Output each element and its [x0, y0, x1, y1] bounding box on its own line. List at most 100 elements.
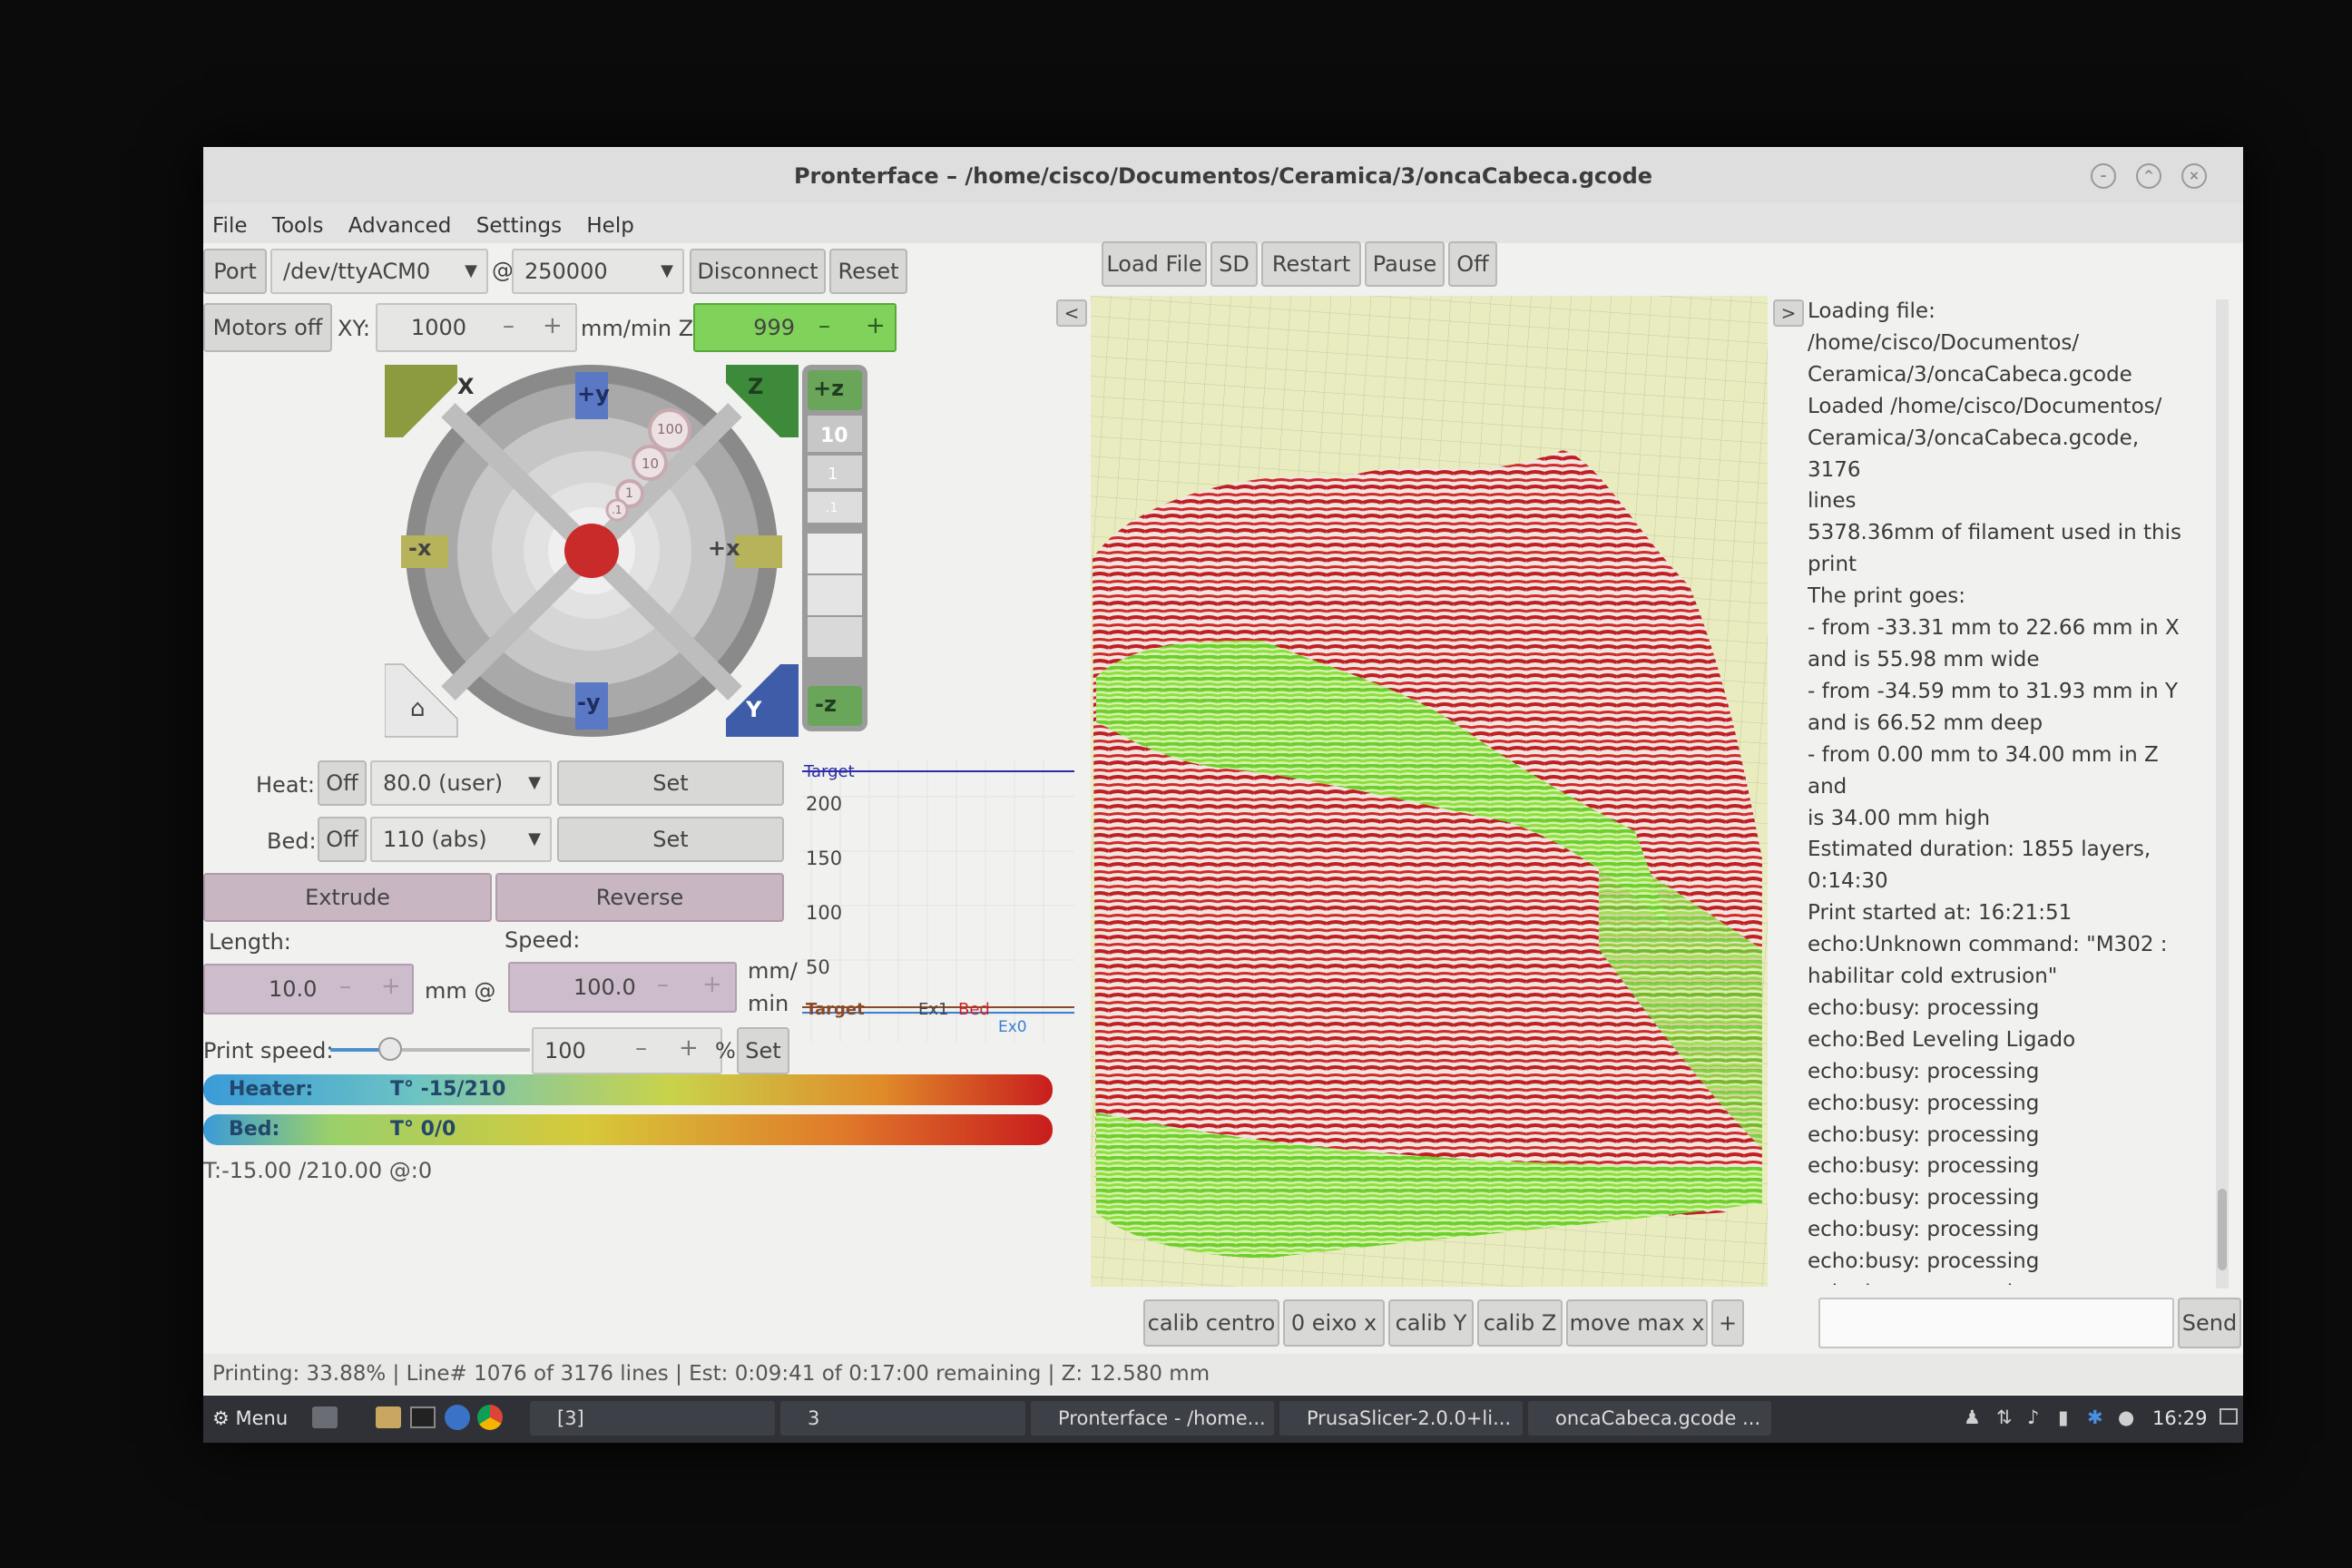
menu-advanced[interactable]: Advanced [348, 203, 452, 249]
network-icon[interactable]: ⇅ [1996, 1406, 2018, 1428]
log-line: echo:busy: processing [1808, 1278, 2198, 1285]
log-scrollbar-thumb[interactable] [2218, 1189, 2227, 1270]
heat-off-button[interactable]: Off [318, 760, 367, 806]
plus-icon[interactable]: + [866, 312, 886, 339]
console-log[interactable]: Loading file: /home/cisco/Documentos/Cer… [1808, 296, 2198, 1285]
step-10-label[interactable]: 10 [642, 456, 659, 472]
minus-icon[interactable]: – [339, 973, 351, 1000]
reset-button[interactable]: Reset [829, 249, 907, 294]
plus-icon[interactable]: + [381, 973, 401, 1000]
user-icon[interactable]: ♟ [1964, 1406, 1985, 1428]
plus-x-button[interactable]: +x [708, 535, 740, 561]
heat-temp-select[interactable]: 80.0 (user) ▼ [370, 760, 552, 806]
minus-icon[interactable]: – [818, 312, 830, 339]
z-feed-value: 999 [753, 315, 795, 340]
close-icon[interactable]: × [2181, 163, 2207, 189]
log-line: echo:Bed Leveling Ligado [1808, 1027, 2076, 1052]
macro-calib-z[interactable]: calib Z [1477, 1299, 1563, 1347]
load-file-button[interactable]: Load File [1102, 241, 1207, 287]
heat-label: Heat: [256, 772, 316, 798]
disconnect-button[interactable]: Disconnect [690, 249, 826, 294]
task-gcode-file[interactable]: oncaCabeca.gcode ... [1528, 1401, 1771, 1436]
speed-value: 100.0 [573, 975, 636, 1000]
tick-50: 50 [806, 956, 830, 978]
off-button[interactable]: Off [1448, 241, 1497, 287]
plus-icon[interactable]: + [679, 1034, 699, 1062]
chrome-icon[interactable] [477, 1405, 503, 1430]
send-button[interactable]: Send [2178, 1298, 2241, 1348]
step-01-label[interactable]: .1 [612, 504, 622, 516]
notification-icon[interactable]: ● [2118, 1406, 2140, 1428]
minus-x-button[interactable]: -x [408, 535, 431, 561]
extrude-button[interactable]: Extrude [203, 873, 492, 922]
port-button[interactable]: Port [203, 249, 267, 294]
battery-icon[interactable]: ▮ [2058, 1406, 2080, 1428]
baud-select[interactable]: 250000 ▼ [512, 249, 684, 294]
browser-icon[interactable] [445, 1405, 470, 1430]
print-speed-set-button[interactable]: Set [737, 1027, 789, 1074]
bluetooth-icon[interactable]: ✱ [2087, 1406, 2109, 1428]
log-line: echo:busy: processing [1808, 1250, 2040, 1274]
print-speed-slider[interactable] [330, 1037, 530, 1061]
macro-move-max-x[interactable]: move max x [1566, 1299, 1708, 1347]
plus-y-button[interactable]: +y [577, 381, 610, 407]
menu-settings[interactable]: Settings [476, 203, 562, 249]
maximize-icon[interactable]: ^ [2136, 163, 2161, 189]
minus-icon[interactable]: – [635, 1034, 647, 1062]
z-step-10-label[interactable]: 10 [820, 425, 848, 447]
view-left-button[interactable]: < [1056, 299, 1087, 327]
desktop-icon[interactable] [312, 1406, 338, 1428]
add-macro-button[interactable]: + [1711, 1299, 1744, 1347]
sd-button[interactable]: SD [1210, 241, 1258, 287]
macro-calib-y[interactable]: calib Y [1388, 1299, 1474, 1347]
task-folder-3[interactable]: 3 [780, 1401, 1025, 1436]
z-step-1-label[interactable]: 1 [828, 465, 838, 484]
volume-icon[interactable]: ♪ [2027, 1406, 2049, 1428]
bed-set-button[interactable]: Set [557, 817, 784, 862]
menu-help[interactable]: Help [586, 203, 633, 249]
show-desktop-icon[interactable] [2220, 1408, 2238, 1425]
heat-set-button[interactable]: Set [557, 760, 784, 806]
motors-off-button[interactable]: Motors off [203, 303, 332, 352]
step-100-label[interactable]: 100 [657, 421, 683, 437]
print-speed-value: 100 [544, 1038, 586, 1063]
command-input[interactable] [1818, 1298, 2174, 1348]
plus-icon[interactable]: + [702, 971, 722, 998]
minus-icon[interactable]: – [657, 971, 669, 998]
task-folder-3-bracket[interactable]: [3] [530, 1401, 775, 1436]
minus-y-button[interactable]: -y [577, 690, 601, 715]
menu-tools[interactable]: Tools [272, 203, 324, 249]
plus-icon[interactable]: + [543, 312, 563, 339]
task-pronterface[interactable]: Pronterface - /home... [1031, 1401, 1274, 1436]
bed-temp-select[interactable]: 110 (abs) ▼ [370, 817, 552, 862]
gcode-3d-preview[interactable] [1091, 296, 1768, 1287]
z-plus-button[interactable]: +z [813, 376, 844, 401]
view-right-button[interactable]: > [1773, 299, 1804, 327]
log-line: - from -33.31 mm to 22.66 mm in X [1808, 616, 2180, 641]
log-line: Loaded /home/cisco/Documentos/ [1808, 394, 2162, 418]
pause-button[interactable]: Pause [1365, 241, 1445, 287]
task-prusaslicer[interactable]: PrusaSlicer-2.0.0+li... [1279, 1401, 1523, 1436]
start-menu-label: Menu [235, 1407, 289, 1429]
z-minus-button[interactable]: -z [815, 691, 837, 717]
z-jog-control[interactable] [802, 365, 867, 731]
menu-file[interactable]: File [212, 203, 248, 249]
start-menu-button[interactable]: ⚙ Menu [212, 1405, 288, 1432]
folder-icon[interactable] [376, 1406, 401, 1428]
minimize-icon[interactable]: – [2091, 163, 2116, 189]
log-scrollbar[interactable] [2216, 299, 2229, 1289]
port-select[interactable]: /dev/ttyACM0 ▼ [270, 249, 488, 294]
port-value: /dev/ttyACM0 [283, 259, 431, 284]
home-icon[interactable]: ⌂ [410, 695, 426, 722]
bed-off-button[interactable]: Off [318, 817, 367, 862]
minus-icon[interactable]: – [503, 312, 514, 339]
restart-button[interactable]: Restart [1261, 241, 1361, 287]
macro-calib-centro[interactable]: calib centro [1143, 1299, 1279, 1347]
reverse-button[interactable]: Reverse [495, 873, 784, 922]
terminal-icon[interactable] [410, 1406, 436, 1428]
z-step-01-label[interactable]: .1 [826, 501, 838, 515]
macro-zero-eixo-x[interactable]: 0 eixo x [1283, 1299, 1385, 1347]
unit-z-label: mm/min Z: [581, 316, 701, 341]
step-1-label[interactable]: 1 [625, 486, 633, 501]
print-speed-knob[interactable] [378, 1037, 402, 1061]
